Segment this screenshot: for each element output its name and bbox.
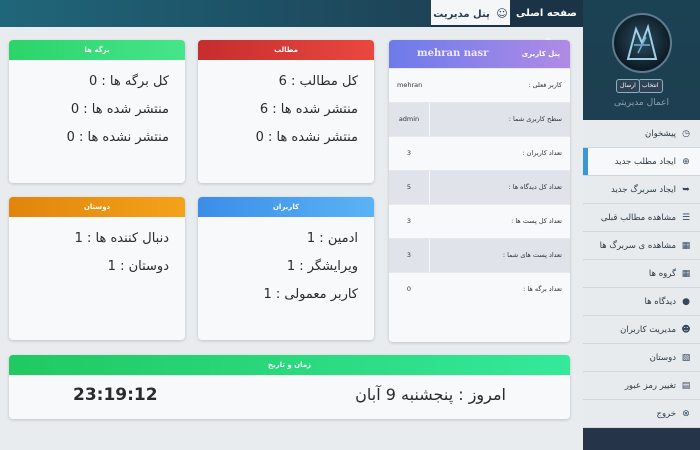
sidebar-item-label: تغییر رمز عبور: [624, 381, 676, 391]
send-avatar-button[interactable]: ارسال: [616, 79, 640, 93]
sidebar-menu: ◷ پیشخوان ⊕ ایجاد مطلب جدید ➥ ایجاد سربر…: [583, 120, 700, 428]
users-icon: ☻: [681, 325, 691, 335]
tab-home[interactable]: صفحه اصلی ⌂: [510, 0, 583, 47]
pages-card: برگه ها کل برگه ها : 0 منتشر شده ها : 0 …: [9, 40, 185, 183]
sidebar-item-logout[interactable]: ⊗ خروج: [583, 400, 700, 428]
sidebar-item-label: دوستان: [649, 353, 676, 363]
info-label: سطح کاربری شما :: [508, 115, 562, 123]
current-time: 23:19:12: [73, 385, 158, 405]
stat-total-pages: کل برگه ها : 0: [89, 74, 169, 89]
current-date: امروز : پنجشنبه 9 آبان: [355, 385, 506, 404]
sidebar-item-label: ایجاد سربرگ جدید: [610, 185, 676, 195]
info-value: mehran: [397, 81, 423, 89]
choose-avatar-button[interactable]: انتخاب: [638, 79, 663, 93]
datetime-card-body: امروز : پنجشنبه 9 آبان 23:19:12: [9, 375, 570, 419]
sidebar-item-label: دیدگاه ها: [644, 297, 676, 307]
info-row-post-count: تعداد کل پست ها : 3: [389, 204, 570, 238]
sidebar-item-change-password[interactable]: ▤ تغییر رمز عبور: [583, 372, 700, 400]
stat-editors: ویرایشگر : 1: [286, 259, 358, 274]
posts-card: مطالب کل مطالب : 6 منتشر شده ها : 6 منتش…: [198, 40, 374, 183]
sidebar-item-view-posts[interactable]: ☰ مشاهده مطالب قبلی: [583, 204, 700, 232]
info-row-user-count: تعداد کاربران : 3: [389, 136, 570, 170]
sidebar-item-label: مشاهده مطالب قبلی: [600, 213, 676, 223]
info-label: کاربر فعلی :: [528, 81, 562, 89]
user-panel-header: پنل کاربری mehran nasr: [389, 40, 570, 68]
info-value: admin: [389, 103, 430, 136]
info-value: 5: [389, 171, 430, 204]
sidebar-item-label: ایجاد مطلب جدید: [614, 157, 676, 167]
info-row-current-user: کاربر فعلی : mehran: [389, 68, 570, 102]
info-row-page-count: تعداد برگه ها : 0: [389, 272, 570, 306]
user-panel-title: پنل کاربری: [521, 50, 560, 58]
sidebar-item-view-pages[interactable]: ▦ مشاهده ی سربرگ ها: [583, 232, 700, 260]
stat-published-posts: منتشر شده ها : 6: [259, 102, 358, 117]
info-row-access-level: سطح کاربری شما : admin: [389, 102, 570, 136]
posts-card-body: کل مطالب : 6 منتشر شده ها : 6 منتشر نشده…: [198, 74, 374, 145]
pages-icon: ▦: [681, 241, 691, 251]
info-label: تعداد کل دیدگاه ها :: [508, 183, 562, 191]
posts-card-title: مطالب: [198, 40, 374, 60]
users-card: کاربران ادمین : 1 ویرایشگر : 1 کاربر معم…: [198, 197, 374, 340]
sidebar-item-users[interactable]: ☻ مدیریت کاربران: [583, 316, 700, 344]
tab-home-label: صفحه اصلی: [516, 8, 577, 19]
stat-admins: ادمین : 1: [306, 231, 358, 246]
info-row-comment-count: تعداد کل دیدگاه ها : 5: [389, 170, 570, 204]
close-circle-icon: ⊗: [682, 409, 690, 419]
plus-circle-icon: ⊕: [682, 157, 690, 167]
sidebar-item-comments[interactable]: ● دیدگاه ها: [583, 288, 700, 316]
info-label: تعداد برگه ها :: [523, 285, 562, 293]
tab-admin-panel-label: پنل مدیریت: [433, 9, 490, 20]
sidebar-item-friends[interactable]: ▧ دوستان: [583, 344, 700, 372]
sidebar-item-new-page[interactable]: ➥ ایجاد سربرگ جدید: [583, 176, 700, 204]
friends-card-title: دوستان: [9, 197, 185, 217]
friends-card-body: دنبال کننده ها : 1 دوستان : 1: [9, 231, 185, 274]
contact-book-icon: ▧: [681, 353, 691, 363]
avatar[interactable]: [612, 13, 672, 73]
sidebar-item-label: مشاهده ی سربرگ ها: [599, 241, 676, 251]
list-icon: ☰: [681, 213, 691, 223]
datetime-card-title: زمان و تاریخ: [9, 355, 570, 375]
grid-icon: ▦: [681, 269, 691, 279]
user-circle-icon: ☺: [496, 7, 508, 20]
user-panel-card: پنل کاربری mehran nasr کاربر فعلی : mehr…: [389, 40, 570, 342]
users-card-body: ادمین : 1 ویرایشگر : 1 کاربر معمولی : 1: [198, 231, 374, 302]
avatar-image: [626, 23, 658, 60]
pages-card-title: برگه ها: [9, 40, 185, 60]
stat-total-posts: کل مطالب : 6: [278, 74, 358, 89]
pages-card-body: کل برگه ها : 0 منتشر شده ها : 0 منتشر نش…: [9, 74, 185, 145]
active-tab-underline: [431, 25, 510, 27]
stat-followers: دنبال کننده ها : 1: [74, 231, 169, 246]
stat-regular-users: کاربر معمولی : 1: [263, 287, 358, 302]
sidebar-item-dashboard[interactable]: ◷ پیشخوان: [583, 120, 700, 148]
sidebar-item-groups[interactable]: ▦ گروه ها: [583, 260, 700, 288]
stat-published-pages: منتشر شده ها : 0: [70, 102, 169, 117]
stat-unpublished-pages: منتشر نشده ها : 0: [66, 130, 169, 145]
stat-unpublished-posts: منتشر نشده ها : 0: [255, 130, 358, 145]
datetime-card: زمان و تاریخ امروز : پنجشنبه 9 آبان 23:1…: [9, 355, 570, 419]
users-card-title: کاربران: [198, 197, 374, 217]
sidebar-title: اعمال مدیریتی: [614, 98, 669, 108]
sidebar-item-new-post[interactable]: ⊕ ایجاد مطلب جدید: [583, 148, 700, 176]
sidebar-item-label: خروج: [656, 409, 676, 419]
comment-icon: ●: [682, 297, 690, 307]
lock-file-icon: ▤: [681, 381, 691, 391]
sidebar-item-label: گروه ها: [648, 269, 676, 279]
friends-card: دوستان دنبال کننده ها : 1 دوستان : 1: [9, 197, 185, 340]
sidebar-item-label: مدیریت کاربران: [620, 325, 676, 335]
info-row-my-post-count: تعداد پست های شما : 3: [389, 238, 570, 272]
info-value: 0: [406, 285, 412, 293]
tab-admin-panel[interactable]: پنل مدیریت ☺: [431, 0, 510, 27]
dashboard-icon: ◷: [682, 129, 690, 139]
info-label: تعداد کاربران :: [522, 149, 562, 157]
info-value: 3: [406, 217, 412, 225]
user-display-name: mehran nasr: [417, 48, 489, 59]
info-value: 3: [406, 149, 412, 157]
stat-friends: دوستان : 1: [107, 259, 169, 274]
info-value: 3: [389, 239, 430, 272]
sidebar-item-label: پیشخوان: [645, 129, 676, 139]
top-bar: پنل مدیریت ☺ صفحه اصلی ⌂: [0, 0, 583, 47]
info-label: تعداد کل پست ها :: [511, 217, 562, 225]
new-page-icon: ➥: [682, 185, 690, 195]
info-label: تعداد پست های شما :: [502, 251, 562, 259]
